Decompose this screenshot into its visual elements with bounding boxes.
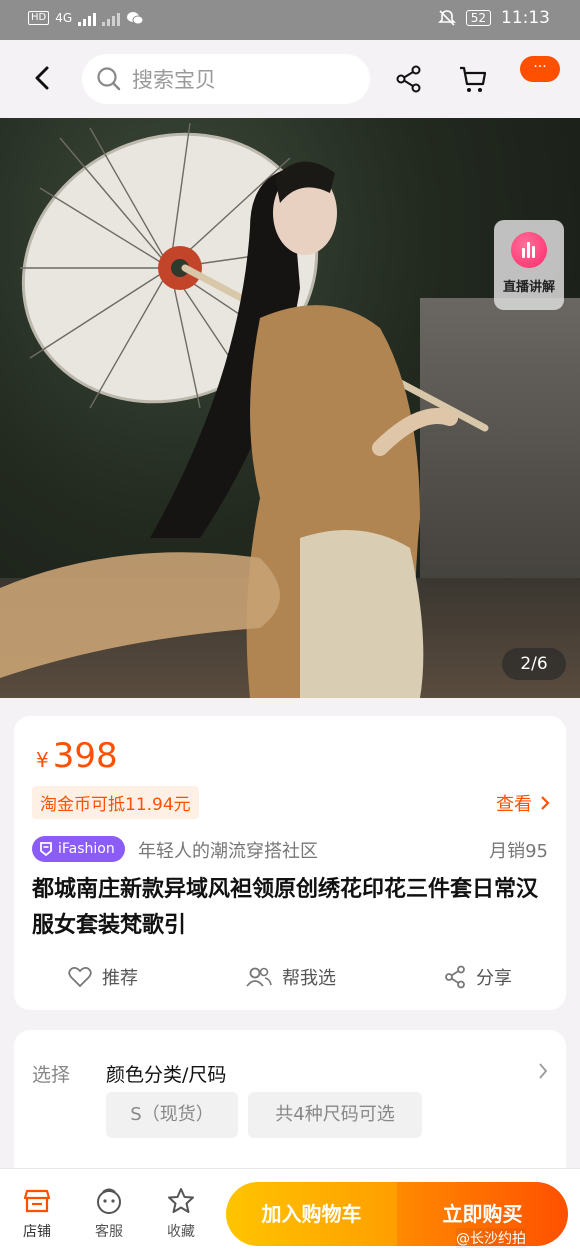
network-type: 4G [55,11,73,25]
product-info-card: ¥ 398 淘金币可抵11.94元 查看 iFashion 年轻人的潮流穿搭社区… [14,716,566,1010]
price: ¥ 398 [36,736,118,776]
signal-icon-secondary [102,10,121,26]
product-title: 都城南庄新款异域风袒领原创绣花印花三件套日常汉服女套装梵歌引 [32,877,539,938]
watermark: @长沙约拍 [456,1228,526,1248]
size-count-chip[interactable]: 共4种尺码可选 [248,1092,422,1138]
tab-service-label: 客服 [95,1224,123,1240]
badge-label: iFashion [58,841,115,857]
hd-icon: HD [28,11,50,25]
clock: 11:13 [501,8,550,28]
product-image-gallery[interactable]: 直播讲解 2/6 [0,118,580,698]
tab-favorite-label: 收藏 [167,1224,195,1240]
share-icon [445,965,465,989]
select-value: 颜色分类/尺码 [106,1064,227,1086]
chevron-right-icon [541,796,550,810]
recommend-button[interactable]: 推荐 [68,964,138,990]
ifashion-badge[interactable]: iFashion [32,836,125,862]
tab-customer-service[interactable]: 客服 [84,1187,134,1241]
recommend-label: 推荐 [102,968,138,989]
select-label: 选择 [32,1064,71,1086]
cart-icon[interactable] [458,64,488,94]
share-label: 分享 [476,968,512,989]
help-me-choose-label: 帮我选 [282,968,336,989]
people-icon [246,967,272,987]
search-bar[interactable]: 搜索宝贝 [82,54,370,104]
price-value: 398 [52,736,118,776]
customer-service-icon [97,1188,121,1214]
more-menu-button[interactable]: ··· [520,56,560,82]
signal-icon [78,10,97,26]
star-icon [168,1188,194,1213]
view-link[interactable]: 查看 [496,790,550,816]
community-tagline: 年轻人的潮流穿搭社区 [138,841,318,862]
tab-store[interactable]: 店铺 [12,1187,62,1241]
search-placeholder: 搜索宝贝 [132,68,216,92]
status-bar: HD 4G 52 11:13 [0,0,580,40]
share-icon[interactable] [394,64,424,94]
coin-discount-tag: 淘金币可抵11.94元 [32,786,199,819]
mute-bell-icon [437,10,456,26]
back-arrow-icon[interactable] [28,60,58,96]
ifashion-icon [40,842,52,857]
tab-store-label: 店铺 [23,1224,51,1240]
top-nav: 搜索宝贝 ··· [0,40,580,118]
live-explain-button[interactable]: 直播讲解 [494,220,564,310]
chevron-right-icon [539,1063,548,1079]
battery-indicator: 52 [465,10,491,26]
image-pager: 2/6 [502,648,566,680]
product-actions: 推荐 帮我选 分享 [14,960,566,994]
view-label: 查看 [496,794,532,815]
heart-icon [68,967,92,988]
store-icon [23,1189,51,1213]
share-button[interactable]: 分享 [444,964,512,990]
monthly-sales: 月销95 [489,841,548,862]
tab-favorite[interactable]: 收藏 [156,1187,206,1241]
product-photo [0,122,489,698]
currency-symbol: ¥ [36,748,49,772]
live-icon [511,232,547,268]
live-label: 直播讲解 [502,280,555,295]
options-card[interactable]: 选择 颜色分类/尺码 S（现货） 共4种尺码可选 [14,1030,566,1190]
search-icon [97,67,121,91]
help-me-choose-button[interactable]: 帮我选 [246,964,336,990]
wechat-icon [127,12,144,25]
size-chip-s[interactable]: S（现货） [106,1092,238,1138]
add-to-cart-button[interactable]: 加入购物车 [226,1182,397,1246]
